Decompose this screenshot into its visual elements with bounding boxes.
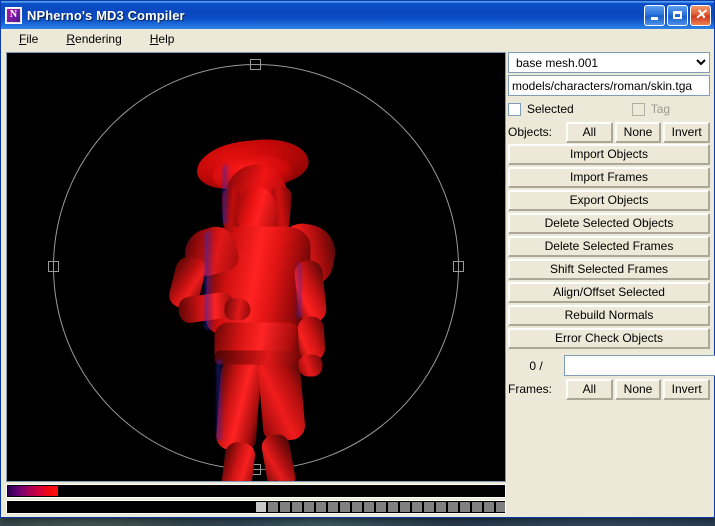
- tag-checkbox-label: Tag: [650, 102, 671, 116]
- app-icon-letter: N: [7, 8, 20, 22]
- title-bar: N NPherno's MD3 Compiler ✕: [1, 1, 714, 29]
- frame-cell[interactable]: [400, 502, 410, 512]
- frame-scrollbar[interactable]: [6, 500, 506, 514]
- selected-checkbox[interactable]: [508, 102, 521, 116]
- window-body: base mesh.001 Selected Tag Objects: All …: [1, 49, 715, 517]
- frame-cell[interactable]: [316, 502, 326, 512]
- model-rimlight-c: [294, 262, 302, 319]
- viewport-canvas[interactable]: [7, 53, 505, 481]
- rebuild-normals-button[interactable]: Rebuild Normals: [508, 305, 710, 326]
- frames-invert-button[interactable]: Invert: [663, 378, 711, 400]
- progress-bar-fill: [8, 486, 58, 496]
- menu-item-rendering[interactable]: Rendering: [62, 31, 125, 47]
- frame-cell[interactable]: [340, 502, 350, 512]
- objects-invert-button[interactable]: Invert: [663, 121, 711, 143]
- frame-cell[interactable]: [388, 502, 398, 512]
- frames-none-button[interactable]: None: [614, 378, 662, 400]
- objects-none-button[interactable]: None: [614, 121, 662, 143]
- frame-cell[interactable]: [376, 502, 386, 512]
- application-window: N NPherno's MD3 Compiler ✕ File Renderin…: [0, 0, 715, 518]
- objects-selection-row: Objects: All None Invert: [508, 121, 711, 143]
- frame-cell[interactable]: [304, 502, 314, 512]
- frames-count-row: 0 /: [508, 354, 715, 377]
- progress-bar[interactable]: [6, 484, 506, 498]
- frame-cell[interactable]: [352, 502, 362, 512]
- app-icon-n[interactable]: N: [5, 6, 22, 24]
- model-hand-left: [224, 298, 251, 321]
- frame-cell[interactable]: [484, 502, 494, 512]
- delete-selected-frames-button[interactable]: Delete Selected Frames: [508, 236, 710, 257]
- frame-cell[interactable]: [256, 502, 266, 512]
- frame-cell[interactable]: [424, 502, 434, 512]
- menu-bar: File Rendering Help: [1, 29, 714, 49]
- frame-cell[interactable]: [448, 502, 458, 512]
- shift-selected-frames-button[interactable]: Shift Selected Frames: [508, 259, 710, 280]
- selection-handle-left[interactable]: [48, 261, 59, 272]
- mesh-select[interactable]: base mesh.001: [508, 52, 710, 73]
- mesh-select-row: base mesh.001: [508, 52, 710, 73]
- error-check-objects-button[interactable]: Error Check Objects: [508, 328, 710, 349]
- frames-count-label: 0 /: [529, 358, 543, 373]
- selected-tag-row: Selected Tag: [508, 98, 710, 120]
- timeline-area: [6, 482, 506, 517]
- minimize-button[interactable]: [644, 4, 665, 26]
- tag-checkbox: [631, 102, 645, 116]
- skin-path-input[interactable]: [508, 75, 710, 96]
- maximize-button[interactable]: [667, 4, 688, 26]
- frame-cell[interactable]: [280, 502, 290, 512]
- model-roman-soldier[interactable]: [166, 134, 340, 481]
- frames-all-button[interactable]: All: [566, 378, 613, 400]
- frames-row-label: Frames:: [508, 382, 553, 396]
- align-offset-selected-button[interactable]: Align/Offset Selected: [508, 282, 710, 303]
- model-belt: [214, 350, 303, 365]
- maximize-icon: [673, 11, 682, 19]
- selection-handle-right[interactable]: [453, 261, 464, 272]
- skin-path-row: [508, 75, 710, 96]
- frame-cell[interactable]: [268, 502, 278, 512]
- minimize-icon: [651, 17, 658, 20]
- selected-checkbox-label: Selected: [527, 102, 574, 116]
- frames-input[interactable]: [564, 355, 715, 376]
- close-icon: ✕: [694, 6, 707, 22]
- model-rimlight-a: [204, 230, 215, 331]
- frame-cell[interactable]: [364, 502, 374, 512]
- frame-cell[interactable]: [328, 502, 338, 512]
- frame-cell[interactable]: [496, 502, 505, 512]
- import-frames-button[interactable]: Import Frames: [508, 167, 710, 188]
- import-objects-button[interactable]: Import Objects: [508, 144, 710, 165]
- viewport-column: [1, 49, 506, 517]
- render-viewport[interactable]: [6, 52, 506, 482]
- frame-cell-strip[interactable]: [7, 501, 505, 513]
- model-hand-right: [298, 354, 323, 377]
- frame-cell[interactable]: [460, 502, 470, 512]
- model-rimlight-d: [222, 164, 231, 225]
- frame-cell[interactable]: [412, 502, 422, 512]
- objects-row-label: Objects:: [508, 125, 553, 139]
- objects-all-button[interactable]: All: [566, 121, 613, 143]
- frame-cell[interactable]: [436, 502, 446, 512]
- frames-selection-row: Frames: All None Invert: [508, 378, 711, 400]
- menu-item-file[interactable]: File: [15, 31, 42, 47]
- caption-buttons: ✕: [644, 4, 711, 26]
- model-rimlight-b: [216, 358, 225, 441]
- frame-cell[interactable]: [292, 502, 302, 512]
- close-button[interactable]: ✕: [690, 4, 711, 26]
- menu-item-help[interactable]: Help: [146, 31, 179, 47]
- export-objects-button[interactable]: Export Objects: [508, 190, 710, 211]
- tools-panel: base mesh.001 Selected Tag Objects: All …: [506, 49, 715, 517]
- delete-selected-objects-button[interactable]: Delete Selected Objects: [508, 213, 710, 234]
- panel-empty-space: [508, 401, 710, 517]
- selection-handle-top[interactable]: [250, 59, 261, 70]
- window-title: NPherno's MD3 Compiler: [27, 7, 185, 23]
- frame-cell[interactable]: [472, 502, 482, 512]
